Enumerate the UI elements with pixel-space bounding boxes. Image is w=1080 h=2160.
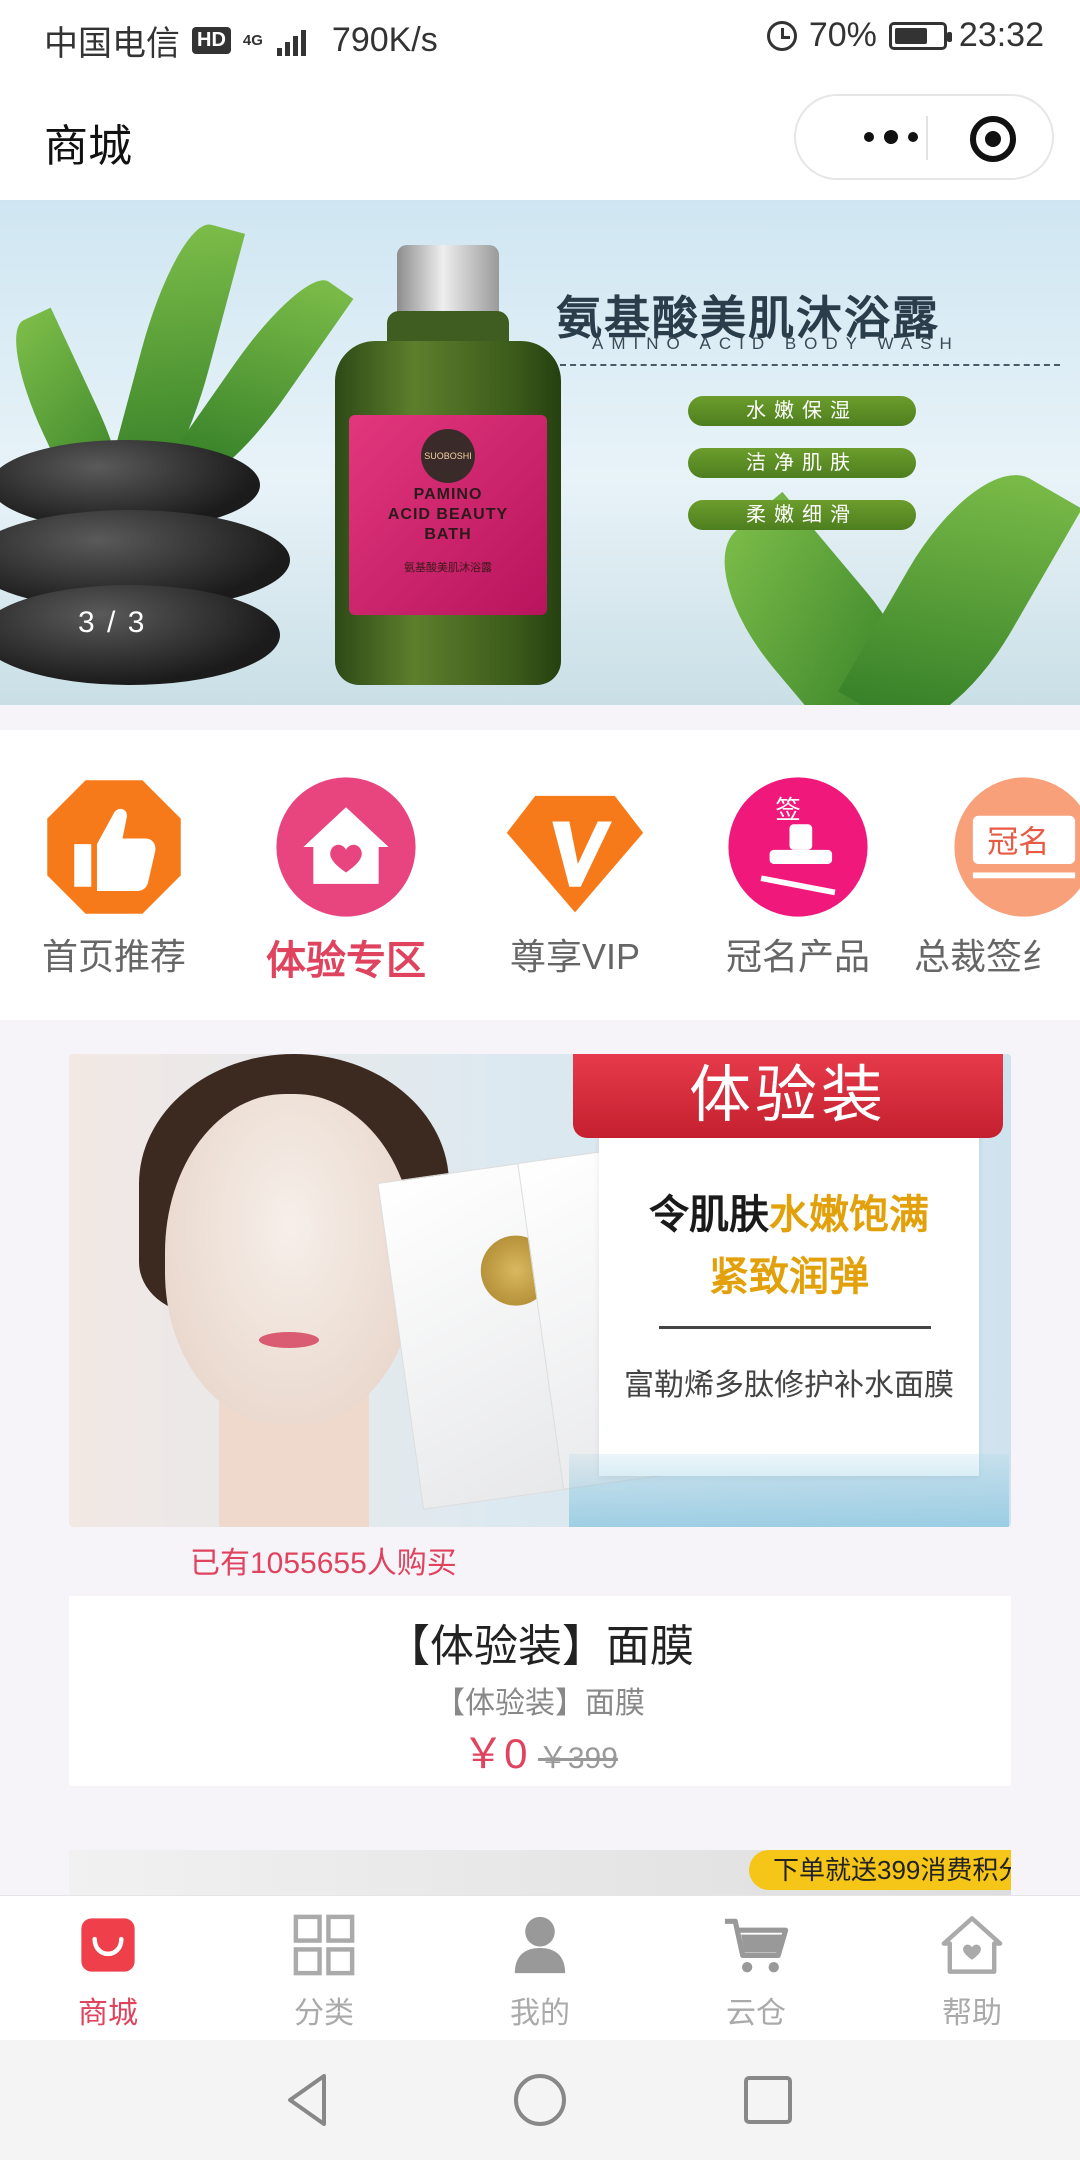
tab-label: 我的 (510, 1997, 570, 2030)
banner-feature: 洁净肌肤 (688, 448, 916, 478)
product-bottle-image: SUOBOSHI PAMINO ACID BEAUTY BATH 氨基酸美肌沐浴… (335, 245, 561, 685)
tab-category[interactable]: 分类 (244, 1908, 404, 2038)
bottom-tab-bar: 商城 分类 我的 云仓 帮助 (0, 1895, 1080, 2040)
category-item-recommend[interactable]: 首页推荐 (4, 776, 224, 977)
network-type: 4G (242, 31, 263, 49)
banner-icon: 冠名 (954, 777, 1080, 917)
banner-subtitle: AMINO ACID BODY WASH (592, 334, 960, 353)
network-speed: 790K/s (331, 21, 438, 59)
product-name: 【体验装】面膜 (386, 1622, 694, 1671)
svg-text:冠名: 冠名 (987, 825, 1049, 861)
tab-help[interactable]: 帮助 (892, 1908, 1052, 2038)
grid-icon (293, 1914, 355, 1976)
stamp-icon: 签 (728, 777, 868, 917)
promo-ribbon: 体验装 (573, 1054, 1003, 1138)
status-bar: 中国电信 HD 4G 790K/s 70% 23:32 (0, 0, 1080, 76)
banner-page-indicator: 3 / 3 (78, 606, 147, 639)
promo-line-2: 紧致润弹 (709, 1255, 869, 1299)
alarm-icon (766, 20, 797, 51)
app-header: 商城 (0, 76, 1080, 200)
promo-line-1: 令肌肤水嫩饱满 (649, 1193, 929, 1237)
capsule-divider (926, 116, 928, 160)
promo-divider (659, 1326, 931, 1329)
category-label: 冠名产品 (725, 936, 870, 977)
more-menu-button[interactable] (826, 96, 956, 178)
category-item-experience[interactable]: 体验专区 (236, 776, 456, 983)
status-left: 中国电信 HD 4G 790K/s (44, 16, 438, 65)
promo-line-3: 富勒烯多肽修护补水面膜 (624, 1369, 954, 1402)
banner-feature: 水嫩保湿 (688, 396, 916, 426)
tab-label: 分类 (294, 1997, 354, 2030)
product-prices: ￥0 ￥399 (69, 1720, 1011, 1781)
promo-banner[interactable]: SUOBOSHI PAMINO ACID BEAUTY BATH 氨基酸美肌沐浴… (0, 200, 1080, 705)
home-heart-icon (276, 777, 416, 917)
section-gap (0, 705, 1080, 730)
category-item-named[interactable]: 签 冠名产品 (688, 776, 908, 977)
aloe-leaf (838, 448, 1080, 705)
bottle-label-1: PAMINO (413, 486, 483, 503)
cart-icon (724, 1918, 789, 1973)
category-item-vip[interactable]: 尊享VIP (465, 776, 685, 977)
product-subtitle: 【体验装】面膜 (435, 1687, 645, 1720)
category-label: 尊享VIP (509, 936, 641, 977)
tab-label: 云仓 (726, 1997, 786, 2030)
bottle-label-cn: 氨基酸美肌沐浴露 (404, 562, 492, 574)
signal-icon (276, 26, 306, 56)
next-product-image[interactable]: 下单就送399消费积分 (69, 1850, 1011, 1895)
tab-label: 帮助 (942, 1997, 1002, 2030)
product-image[interactable]: 体验装 令肌肤水嫩饱满 紧致润弹 富勒烯多肽修护补水面膜 (69, 1054, 1011, 1527)
category-label: 体验专区 (266, 939, 426, 983)
tab-mall[interactable]: 商城 (28, 1908, 188, 2038)
bottle-label-2: ACID BEAUTY (387, 506, 509, 523)
svg-text:签: 签 (775, 796, 801, 826)
tab-cloud-warehouse[interactable]: 云仓 (676, 1908, 836, 2038)
category-item-president[interactable]: 冠名 总裁签纟 (914, 776, 1080, 977)
miniprogram-capsule (794, 94, 1054, 180)
thumbs-up-icon (47, 780, 181, 914)
bottle-brand: SUOBOSHI (421, 429, 475, 483)
status-right: 70% 23:32 (766, 16, 1044, 55)
help-heart-icon (941, 1916, 1003, 1974)
buyer-count: 已有1055655人购买 (190, 1547, 457, 1580)
product-feed: 体验装 令肌肤水嫩饱满 紧致润弹 富勒烯多肽修护补水面膜 已有1055655人购… (0, 1020, 1080, 1895)
battery-icon (888, 21, 952, 50)
category-label: 总裁签纟 (914, 936, 1059, 977)
system-nav-bar (0, 2040, 1080, 2160)
close-miniprogram-button[interactable] (970, 116, 1016, 162)
user-icon (514, 1916, 566, 1974)
product-card[interactable]: 【体验装】面膜 【体验装】面膜 ￥0 ￥399 (69, 1596, 1011, 1786)
water-bubbles (569, 1454, 1009, 1527)
banner-feature: 柔嫩细滑 (688, 500, 916, 530)
hd-icon: HD (192, 27, 231, 54)
recents-icon[interactable] (736, 2068, 800, 2132)
page-title: 商城 (44, 122, 132, 171)
home-icon[interactable] (508, 2068, 572, 2132)
clock: 23:32 (958, 16, 1044, 54)
bottle-label-3: BATH (424, 526, 472, 543)
vip-diamond-icon (506, 795, 644, 913)
shopping-bag-icon (81, 1918, 135, 1972)
carrier-name: 中国电信 (44, 25, 180, 63)
tab-mine[interactable]: 我的 (460, 1908, 620, 2038)
category-row: 首页推荐 体验专区 尊享VIP 签 冠名产品 冠名 总裁签纟 (0, 730, 1080, 1020)
model-lips (259, 1332, 319, 1348)
battery-percent: 70% (808, 16, 877, 54)
next-product-tag: 下单就送399消费积分 (749, 1850, 1011, 1890)
back-icon[interactable] (276, 2068, 340, 2132)
category-label: 首页推荐 (41, 936, 186, 977)
tab-label: 商城 (78, 1997, 138, 2030)
banner-divider (560, 364, 1060, 366)
model-face (165, 1094, 415, 1424)
original-price: ￥399 (537, 1742, 618, 1775)
current-price: ￥0 (462, 1730, 528, 1777)
